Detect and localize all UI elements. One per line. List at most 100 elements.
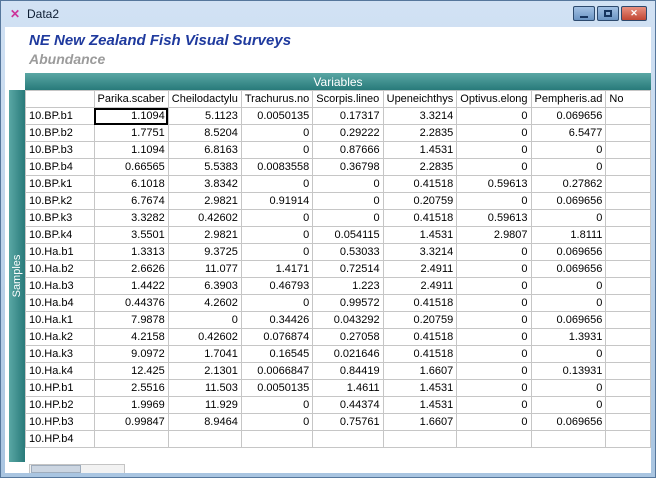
- cell[interactable]: 0.66565: [93, 158, 169, 176]
- row-label[interactable]: 10.Ha.b2: [25, 260, 95, 278]
- row-label[interactable]: 10.Ha.k1: [25, 311, 95, 329]
- cell[interactable]: 1.7751: [93, 124, 169, 142]
- cell[interactable]: 2.4911: [382, 277, 458, 295]
- cell[interactable]: 0.13931: [530, 362, 607, 380]
- row-label[interactable]: 10.BP.b4: [25, 158, 95, 176]
- cell[interactable]: 0: [456, 192, 532, 210]
- close-button[interactable]: ✕: [621, 6, 647, 21]
- cell[interactable]: [605, 413, 651, 431]
- cell[interactable]: 0: [167, 311, 242, 329]
- cell[interactable]: 0: [456, 294, 532, 312]
- cell[interactable]: 0: [530, 209, 607, 227]
- row-label[interactable]: 10.HP.b3: [25, 413, 95, 431]
- cell[interactable]: [605, 124, 651, 142]
- row-label[interactable]: 10.HP.b4: [25, 430, 95, 448]
- cell[interactable]: 1.3931: [530, 328, 607, 346]
- cell[interactable]: [605, 328, 651, 346]
- cell[interactable]: 3.3214: [382, 243, 458, 261]
- cell[interactable]: 0: [456, 311, 532, 329]
- cell[interactable]: [605, 430, 651, 448]
- row-label[interactable]: 10.Ha.b1: [25, 243, 95, 261]
- cell[interactable]: 1.4531: [382, 141, 458, 159]
- cell[interactable]: 6.1018: [93, 175, 169, 193]
- cell[interactable]: 0: [240, 141, 314, 159]
- cell[interactable]: 0.27058: [312, 328, 384, 346]
- cell[interactable]: 0.069656: [530, 243, 607, 261]
- row-label[interactable]: 10.Ha.k2: [25, 328, 95, 346]
- cell[interactable]: 1.6607: [382, 362, 458, 380]
- cell[interactable]: 0: [456, 158, 532, 176]
- column-header[interactable]: Parika.scaber: [93, 90, 169, 108]
- cell[interactable]: 0: [456, 124, 532, 142]
- cell[interactable]: 0: [456, 396, 532, 414]
- row-label[interactable]: 10.Ha.k3: [25, 345, 95, 363]
- cell[interactable]: 1.223: [312, 277, 384, 295]
- cell[interactable]: 0.076874: [240, 328, 314, 346]
- scrollbar-thumb[interactable]: [31, 465, 81, 473]
- cell[interactable]: 0.91914: [240, 192, 314, 210]
- cell[interactable]: 0.0050135: [240, 107, 314, 125]
- cell[interactable]: 1.6607: [382, 413, 458, 431]
- cell[interactable]: 0.20759: [382, 311, 458, 329]
- column-header[interactable]: Upeneichthys: [382, 90, 458, 108]
- cell[interactable]: 2.2835: [382, 158, 458, 176]
- corner-cell[interactable]: [25, 90, 95, 108]
- cell[interactable]: 0: [456, 362, 532, 380]
- cell[interactable]: 1.9969: [93, 396, 169, 414]
- row-label[interactable]: 10.BP.b1: [25, 107, 95, 125]
- cell[interactable]: 1.8111: [530, 226, 607, 244]
- cell[interactable]: 1.4531: [382, 379, 458, 397]
- cell[interactable]: 0.41518: [382, 294, 458, 312]
- row-label[interactable]: 10.Ha.b4: [25, 294, 95, 312]
- cell[interactable]: 1.1094: [93, 141, 169, 159]
- cell[interactable]: 0: [456, 260, 532, 278]
- cell[interactable]: 1.4611: [312, 379, 384, 397]
- cell[interactable]: 8.9464: [167, 413, 242, 431]
- cell[interactable]: 0: [456, 413, 532, 431]
- cell[interactable]: 0.0066847: [240, 362, 314, 380]
- cell[interactable]: 0: [530, 345, 607, 363]
- row-label[interactable]: 10.Ha.k4: [25, 362, 95, 380]
- cell[interactable]: 1.4171: [240, 260, 314, 278]
- cell[interactable]: 0.46793: [240, 277, 314, 295]
- cell[interactable]: 0.59613: [456, 209, 532, 227]
- cell[interactable]: 0: [312, 175, 384, 193]
- cell[interactable]: 3.3282: [93, 209, 169, 227]
- cell[interactable]: 3.3214: [382, 107, 458, 125]
- row-label[interactable]: 10.BP.b3: [25, 141, 95, 159]
- cell[interactable]: 11.929: [167, 396, 242, 414]
- cell[interactable]: [605, 243, 651, 261]
- cell[interactable]: 1.7041: [167, 345, 242, 363]
- cell[interactable]: [93, 430, 169, 448]
- cell[interactable]: 0: [530, 396, 607, 414]
- cell[interactable]: [605, 192, 651, 210]
- cell[interactable]: 6.3903: [167, 277, 242, 295]
- cell[interactable]: 0: [456, 379, 532, 397]
- cell[interactable]: 2.2835: [382, 124, 458, 142]
- cell[interactable]: 0: [240, 294, 314, 312]
- cell[interactable]: [530, 430, 607, 448]
- cell[interactable]: 2.9821: [167, 192, 242, 210]
- cell[interactable]: 4.2602: [167, 294, 242, 312]
- cell[interactable]: 0: [240, 175, 314, 193]
- cell[interactable]: 0.0050135: [240, 379, 314, 397]
- cell[interactable]: 5.5383: [167, 158, 242, 176]
- cell[interactable]: 11.077: [167, 260, 242, 278]
- cell[interactable]: 9.3725: [167, 243, 242, 261]
- cell[interactable]: [605, 141, 651, 159]
- column-header[interactable]: Optivus.elong: [456, 90, 532, 108]
- cell[interactable]: [605, 175, 651, 193]
- cell[interactable]: [605, 362, 651, 380]
- cell[interactable]: 0: [456, 243, 532, 261]
- cell[interactable]: 3.5501: [93, 226, 169, 244]
- cell[interactable]: 0.72514: [312, 260, 384, 278]
- cell[interactable]: 0.0083558: [240, 158, 314, 176]
- cell[interactable]: 0: [530, 294, 607, 312]
- cell[interactable]: 0.41518: [382, 328, 458, 346]
- cell[interactable]: 4.2158: [93, 328, 169, 346]
- cell[interactable]: 0.44374: [312, 396, 384, 414]
- cell[interactable]: 1.4422: [93, 277, 169, 295]
- cell[interactable]: [605, 260, 651, 278]
- cell[interactable]: [605, 158, 651, 176]
- cell[interactable]: 0.41518: [382, 209, 458, 227]
